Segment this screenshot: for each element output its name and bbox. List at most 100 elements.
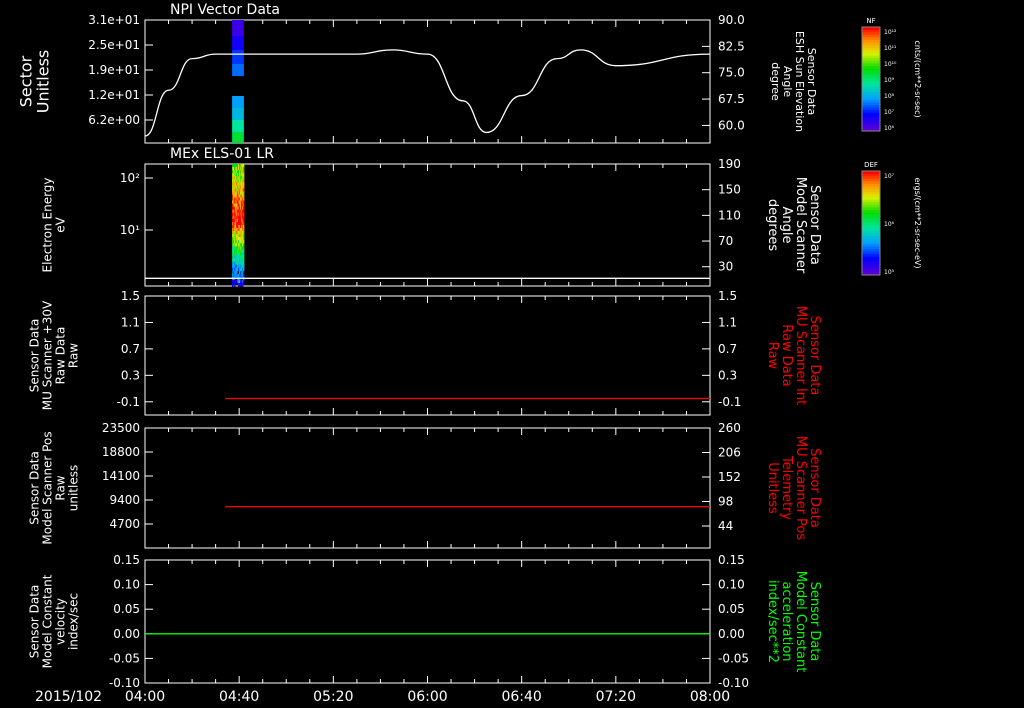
sensor-line <box>144 49 711 137</box>
panel-title: MEx ELS-01 LR <box>170 146 274 162</box>
y-tick-label-right: 90.0 <box>718 13 745 27</box>
y-axis-label-left: Sensor Data MU Scanner +30V Raw Data Raw <box>28 300 81 410</box>
spectrogram-cell <box>242 215 245 220</box>
y-tick-label-right: -0.10 <box>718 676 749 690</box>
y-axis-label-line: Telemetry <box>779 455 794 520</box>
y-tick-label-right: 152 <box>718 470 741 484</box>
y-tick-label-right: 0.3 <box>718 368 737 382</box>
panel-title: NPI Vector Data <box>170 2 280 18</box>
colorbar-tick-label: 10⁵ <box>884 269 895 276</box>
spectrogram-cell <box>242 279 245 284</box>
spectrogram-cell <box>242 197 245 202</box>
y-axis-label-line: degree <box>769 62 782 101</box>
time-tick-label: 04:00 <box>125 689 165 705</box>
panel-frame-2 <box>144 163 711 287</box>
y-tick-label-left: 6.2e+00 <box>88 113 140 127</box>
y-axis-label-line: acceleration <box>779 581 794 661</box>
y-tick-label-left: 23500 <box>102 421 140 435</box>
y-tick-label-left: 1.9e+01 <box>88 63 140 77</box>
y-axis-label-right: Sensor DataModel ScannerAngledegrees <box>765 177 822 274</box>
y-axis-label-line: Unitless <box>765 462 780 514</box>
time-tick-label: 04:40 <box>219 689 259 705</box>
y-tick-label-right: 190 <box>718 157 741 171</box>
y-axis-label-line: Model Scanner <box>793 177 808 274</box>
y-tick-label-left: 1.1 <box>121 315 140 329</box>
spectrogram-cell <box>232 132 244 143</box>
panel-frame-5 <box>144 559 711 684</box>
time-tick-label: 06:40 <box>501 689 541 705</box>
spectrogram-cell <box>242 246 245 250</box>
y-axis-label-line: Raw <box>54 475 68 500</box>
y-axis-label-line: index/sec <box>67 593 81 650</box>
spectrogram-cell <box>241 282 244 287</box>
y-axis-label-left: Sensor Data Model Constant velocity index/s… <box>28 574 81 668</box>
spectrogram <box>232 164 245 287</box>
spectrogram-cell <box>242 273 245 278</box>
spectrogram-cell <box>242 228 245 232</box>
y-tick-label-right: 260 <box>718 421 741 435</box>
y-tick-label-right: 0.7 <box>718 342 737 356</box>
y-tick-label-right: 0.05 <box>718 602 745 616</box>
colorbar-unit: ergs/(cm**2-sr-sec-eV) <box>913 177 922 268</box>
panel-frame-1 <box>144 19 711 144</box>
panel-frame-3 <box>144 295 711 416</box>
y-axis-label-line: Model Constant <box>793 571 808 673</box>
spectrogram-cell <box>242 203 245 208</box>
colorbar-tick-label: 10⁸ <box>884 93 895 100</box>
y-tick-label-right: -0.1 <box>718 395 741 409</box>
y-tick-label-left: 2.5e+01 <box>88 38 140 52</box>
colorbar-tick-label: 10⁹ <box>884 77 895 84</box>
y-tick-label-right: 110 <box>718 208 741 222</box>
date-label: 2015/102 <box>35 689 102 705</box>
spectrogram-cell <box>232 120 244 132</box>
time-tick-label: 07:20 <box>596 689 636 705</box>
colorbar-tick-label: 10⁷ <box>884 173 895 180</box>
y-tick-label-right: 75.0 <box>718 66 745 80</box>
y-tick-label-left: 10¹ <box>120 223 140 237</box>
colorbar-unit-label: ergs/(cm**2-sr-sec-eV) <box>913 177 922 268</box>
spectrogram-cell <box>232 279 234 284</box>
colorbar-tick-label: 10⁶ <box>884 221 895 228</box>
spectrogram-cell <box>242 255 245 260</box>
y-tick-label-right: -0.05 <box>718 651 749 665</box>
y-axis-label-line: degrees <box>765 199 780 252</box>
y-tick-label-right: 67.5 <box>718 92 745 106</box>
y-axis-label-line: Angle <box>779 207 794 244</box>
panel-frame-4 <box>144 427 711 549</box>
spectrogram-cell <box>242 164 245 168</box>
colorbar-title: DEF <box>864 161 878 169</box>
spectrogram-cell <box>242 225 245 229</box>
spectrogram-cell <box>232 108 244 120</box>
colorbar-tick-label: 10¹¹ <box>884 45 897 52</box>
spectrogram-cell <box>232 96 244 108</box>
y-tick-label-left: -0.10 <box>109 676 140 690</box>
spectrogram-cell <box>242 261 245 266</box>
y-tick-label-right: 0.00 <box>718 627 745 641</box>
y-axis-label-line: eV <box>54 216 68 232</box>
spectrogram-cell <box>242 191 245 195</box>
y-axis-label-left: Sensor Data Model Scanner Pos Raw unitless <box>28 431 81 544</box>
y-axis-label-line: Sensor Data <box>28 319 42 393</box>
colorbar-nf <box>861 26 881 132</box>
spectrogram-cell <box>242 231 245 235</box>
spectrogram-cell <box>242 176 245 180</box>
spectrogram-cell <box>242 206 245 211</box>
colorbar-tick-label: 10¹⁰ <box>884 61 897 68</box>
y-axis-label-line: Raw <box>67 343 81 368</box>
y-tick-label-left: 0.00 <box>113 627 140 641</box>
spectrogram-cell <box>242 240 245 244</box>
y-axis-label-left: Electron Energy eV <box>41 177 68 272</box>
y-tick-label-left: 18800 <box>102 445 140 459</box>
y-tick-label-left: 10² <box>120 171 140 185</box>
y-axis-label-line: MU Scanner Pos <box>793 436 808 541</box>
spectrogram <box>232 20 244 143</box>
time-tick-label: 06:00 <box>407 689 447 705</box>
y-axis-label-line: Sensor Data <box>28 451 42 525</box>
y-axis-label-line: Model Constant <box>41 574 55 668</box>
y-axis-label-right: Sensor DataMU Scanner PosTelemetryUnitle… <box>765 436 822 541</box>
y-axis-label-line: index/sec**2 <box>765 580 780 663</box>
time-tick-label: 08:00 <box>690 689 730 705</box>
spectrogram-cell <box>242 173 245 177</box>
y-axis-label-line: Sensor Data <box>807 316 822 396</box>
y-axis-label-line: Raw <box>765 342 780 370</box>
